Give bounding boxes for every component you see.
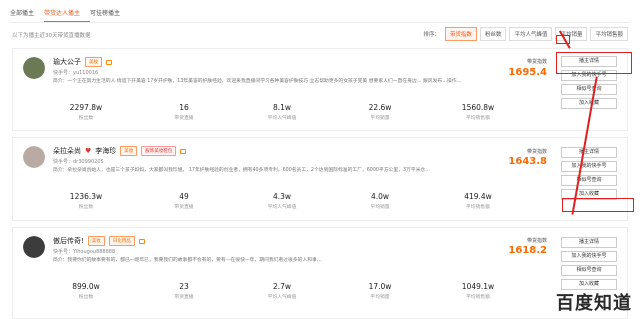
sort-by-fans-button[interactable]: 粉丝数	[479, 27, 507, 41]
anchor-name[interactable]: 瑜大公子	[53, 57, 81, 67]
category-tag: 美妆	[87, 236, 105, 246]
anchor-intro: 简介：朵拉朵尚创始人，也是三个孩子妈妈，大家都叫我珍姐。 17年护肤经验的创业者…	[53, 168, 430, 173]
stat-label: 粉丝数	[78, 116, 94, 121]
stat-value: 899.0w	[72, 282, 100, 291]
anchor-detail-button[interactable]: 播主详情	[561, 237, 617, 248]
stat-value: 2.7w	[272, 282, 292, 291]
stat-value: 17.0w	[368, 282, 392, 291]
sort-by-revenue-button[interactable]: 平均销售额	[590, 27, 628, 41]
index-value: 1695.4	[508, 67, 547, 78]
similar-search-button[interactable]: 相似号查询	[561, 84, 617, 95]
stat-value: 1560.8w	[461, 103, 495, 112]
anchor-detail-button[interactable]: 播主详情	[561, 147, 617, 158]
shop-icon	[180, 148, 187, 154]
index-label: 带货指数	[526, 59, 547, 65]
stat-label: 平均销售额	[466, 116, 490, 121]
index-value: 1618.2	[508, 245, 547, 256]
shop-icon	[138, 238, 145, 244]
stat-label: 带货直播	[174, 295, 194, 300]
index-value: 1643.8	[508, 156, 547, 167]
kuaishou-id: 快手号：yu110016	[53, 70, 99, 76]
kuaishou-id: 快手号：dr30990205	[53, 159, 104, 165]
data-period-note: 以下为播主近30天带货直播数据	[12, 33, 91, 39]
stats-row: 2297.8w 粉丝数 16 带货直播 8.1w 平均人气峰值 22.6w 平均销量 1…	[37, 103, 527, 121]
stat-value: 4.3w	[272, 192, 292, 201]
stat-label: 平均人气峰值	[267, 116, 297, 121]
stat-value: 419.4w	[464, 192, 492, 201]
stat-value: 16	[179, 103, 189, 112]
stat-label: 粉丝数	[78, 295, 94, 300]
similar-search-button[interactable]: 相似号查询	[561, 175, 617, 186]
watermark-logo: 百度知道	[556, 293, 632, 314]
anchor-card: 朵拉朵尚 ♥ 李海珍 美妆 服饰美妆鞋包 快手号：dr30990205 简介：朵…	[12, 137, 628, 221]
tab-sales-anchors[interactable]: 带货达人播主	[44, 7, 91, 22]
stat-label: 平均销量	[370, 205, 390, 210]
heart-icon: ♥	[85, 147, 92, 155]
anchor-intro: 简介：我要你们的故事要有的，都已一呢年已，我要我们的故事都不会有的，要有一在很快…	[53, 258, 322, 263]
avatar[interactable]	[23, 57, 45, 79]
stat-value: 49	[179, 192, 189, 201]
index-label: 带货指数	[526, 238, 547, 244]
add-my-account-button[interactable]: 加入我的快手号	[561, 161, 617, 172]
anchor-intro: 简介：一个正在努力生活的人 情谊下开美容 17岁开护肤，13年美容的护肤经验。欢…	[53, 79, 462, 84]
stat-label: 平均销量	[370, 295, 390, 300]
stat-label: 平均销售额	[466, 295, 490, 300]
avatar[interactable]	[23, 146, 45, 168]
stat-label: 平均人气峰值	[267, 295, 297, 300]
stat-label: 带货直播	[174, 116, 194, 121]
avatar[interactable]	[23, 236, 45, 258]
index-label: 带货指数	[526, 149, 547, 155]
anchor-name[interactable]: 朵拉朵尚	[53, 146, 81, 156]
stat-label: 平均销量	[370, 116, 390, 121]
stat-label: 带货直播	[174, 205, 194, 210]
sort-by-index-button[interactable]: 带货指数	[444, 27, 477, 41]
anchor-card: 瑜大公子 美妆 快手号：yu110016 简介：一个正在努力生活的人 情谊下开美…	[12, 48, 628, 131]
stats-row: 899.0w 粉丝数 23 带货直播 2.7w 平均人气峰值 17.0w 平均销量 10…	[37, 282, 527, 300]
tabs-divider	[10, 22, 630, 23]
shop-icon	[106, 59, 112, 65]
add-my-account-button[interactable]: 加入我的快手号	[561, 251, 617, 262]
stat-value: 1236.3w	[69, 192, 103, 201]
stat-value: 22.6w	[368, 103, 392, 112]
add-favorite-button[interactable]: 加入收藏	[561, 98, 617, 109]
tab-listable-anchors[interactable]: 可挂榜播主	[90, 7, 130, 21]
kuaishou-id: 快手号：Yihougou888888	[53, 249, 116, 255]
category-tag: 服饰美妆鞋包	[141, 146, 177, 156]
sort-by-popularity-button[interactable]: 平均人气峰值	[509, 27, 553, 41]
annotation-highlight-box	[556, 52, 632, 74]
category-tag: 日化用品	[108, 236, 135, 246]
stat-label: 平均销售额	[466, 205, 490, 210]
stats-row: 1236.3w 粉丝数 49 带货直播 4.3w 平均人气峰值 4.0w 平均销量 41…	[37, 192, 527, 210]
stat-value: 2297.8w	[69, 103, 103, 112]
category-tabs: 全部播主 带货达人播主 可挂榜播主	[10, 6, 130, 22]
sort-label: 排序：	[423, 32, 440, 38]
stat-value: 23	[179, 282, 189, 291]
sort-bar: 排序： 带货指数 粉丝数 平均人气峰值 平均销量 平均销售额	[423, 27, 628, 41]
annotation-highlight-box	[562, 198, 634, 212]
stat-value: 8.1w	[272, 103, 292, 112]
stat-value: 1049.1w	[461, 282, 495, 291]
anchor-name[interactable]: 傲后传奇!	[53, 236, 84, 246]
similar-search-button[interactable]: 相似号查询	[561, 265, 617, 276]
anchor-card: 傲后传奇! 美妆 日化用品 快手号：Yihougou888888 简介：我要你们…	[12, 227, 628, 319]
stat-value: 4.0w	[370, 192, 390, 201]
stat-label: 粉丝数	[78, 205, 94, 210]
anchor-name-secondary: 李海珍	[95, 147, 117, 155]
category-tag: 美妆	[85, 57, 102, 67]
category-tag: 美妆	[120, 146, 138, 156]
stat-label: 平均人气峰值	[267, 205, 297, 210]
tab-all[interactable]: 全部播主	[10, 7, 44, 21]
